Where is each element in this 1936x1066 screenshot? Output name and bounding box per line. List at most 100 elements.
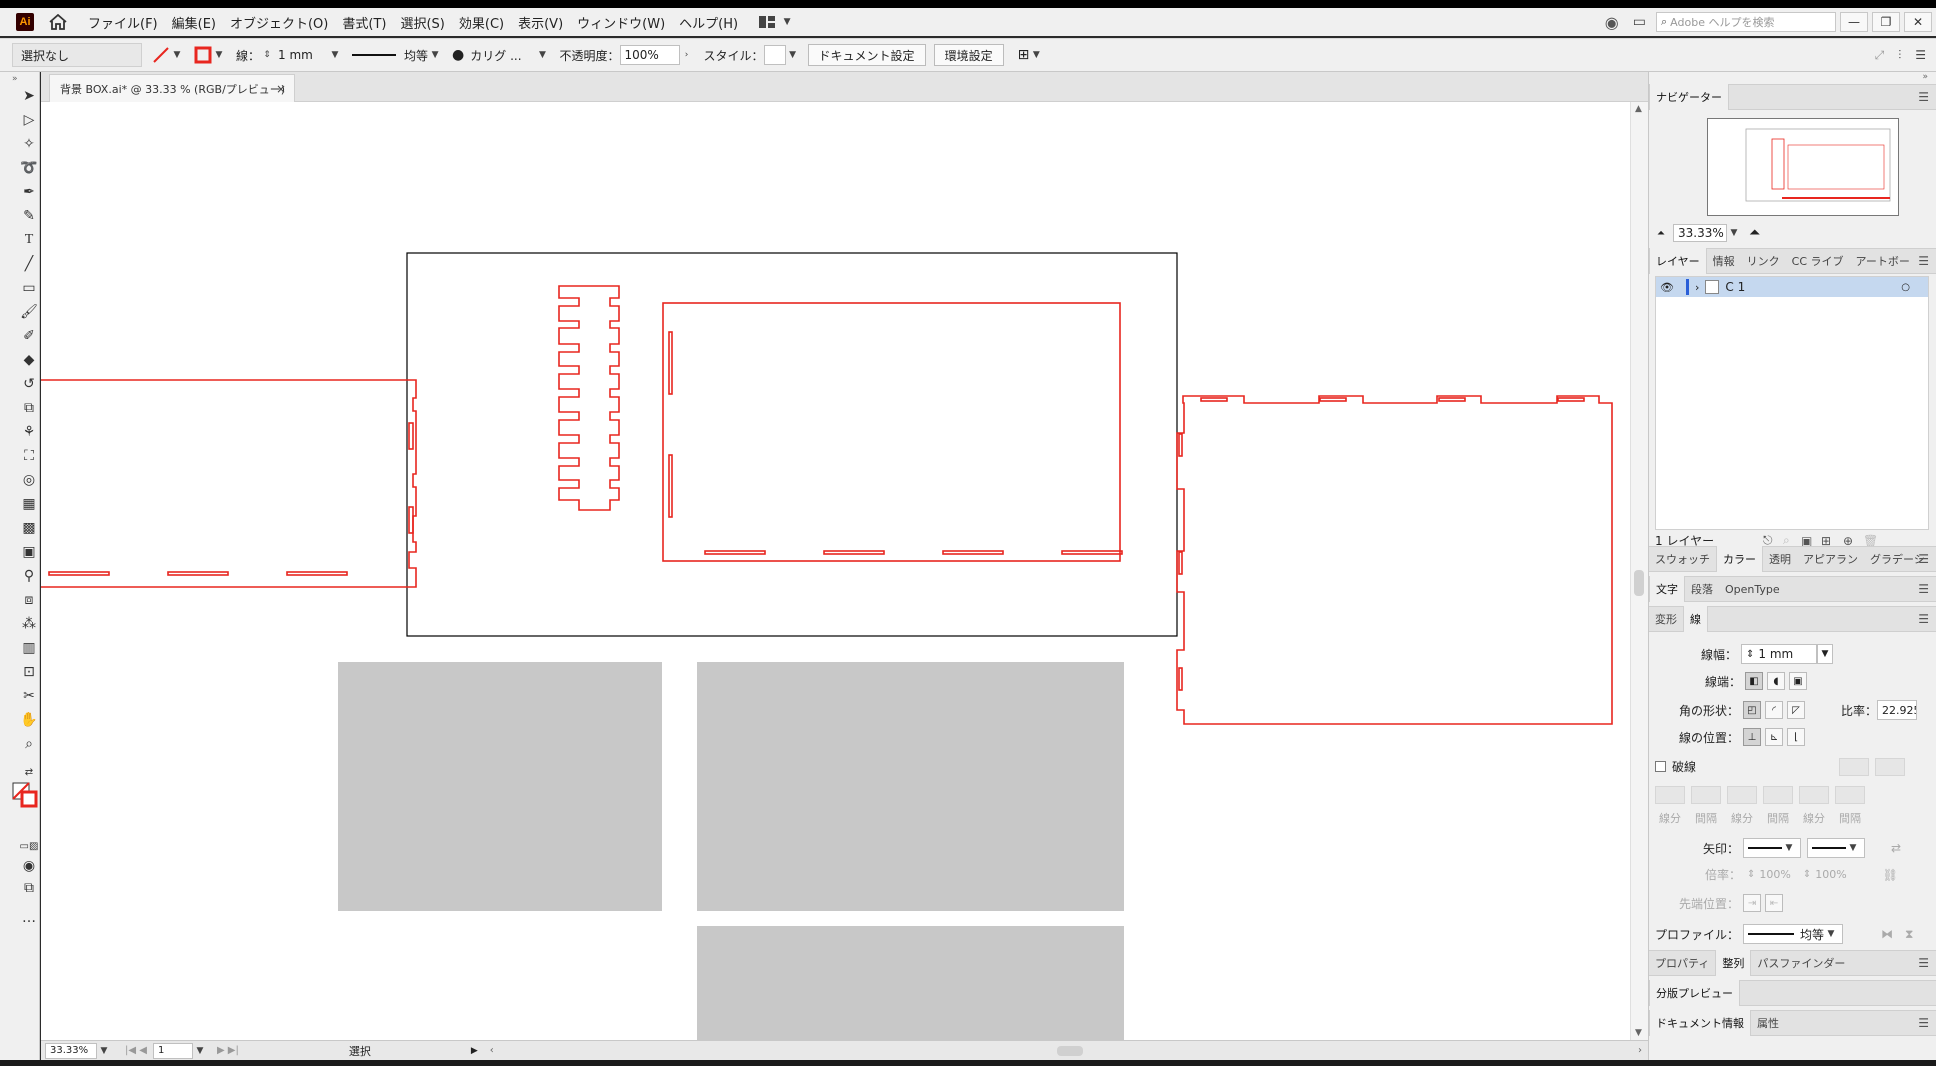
help-search-input[interactable]: ⌕ Adobe ヘルプを検索 [1656,12,1836,32]
fill-stroke-indicator[interactable] [12,782,38,808]
tab-character[interactable]: 文字 [1649,576,1685,602]
right-panel-piece[interactable] [1176,395,1613,725]
last-artboard-icon[interactable]: ▶ ▶| [217,1045,239,1056]
gap-field-3[interactable] [1835,786,1865,804]
tip-outside-icon[interactable]: ⇤ [1765,894,1784,912]
canvas[interactable] [41,102,1648,1040]
tab-attributes[interactable]: 属性 [1751,1010,1785,1036]
panel-toggle-icon[interactable]: ▭ [1633,14,1646,30]
brush-select[interactable]: ● カリグ ... ▼ [452,47,549,64]
tab-color[interactable]: カラー [1716,546,1763,572]
scroll-right-icon[interactable]: › [1638,1045,1642,1056]
scroll-thumb[interactable] [1634,570,1644,596]
direct-selection-tool-icon[interactable]: ▷ [18,110,40,130]
chevron-down-icon[interactable]: ▼ [328,48,342,62]
inner-box-piece[interactable] [662,302,1123,562]
scale-value-2[interactable]: 100% [1815,868,1846,881]
lasso-tool-icon[interactable]: ➰ [18,158,40,178]
pen-tool-icon[interactable]: ✒ [18,182,40,202]
tab-transform[interactable]: 変形 [1649,606,1683,632]
mesh-tool-icon[interactable]: ▩ [18,518,40,538]
scroll-left-icon[interactable]: ‹ [490,1045,494,1056]
stroke-profile-select[interactable]: 均等 ▼ [352,47,442,64]
chevron-down-icon[interactable]: ▼ [1727,226,1741,240]
transform-icon[interactable]: ⤢ [1875,48,1885,63]
swap-colors-icon[interactable]: ⇄ [18,762,40,782]
menu-file[interactable]: ファイル(F) [88,13,158,32]
rectangle-tool-icon[interactable]: ▭ [18,278,40,298]
miter-join-icon[interactable]: ◰ [1743,701,1762,719]
fill-swatch[interactable]: ▼ [152,46,184,64]
screen-mode-icon[interactable]: ⧉ [18,878,40,898]
chevron-right-icon[interactable]: › [680,48,694,62]
dash-preserve-icon[interactable] [1839,757,1869,776]
tab-opentype[interactable]: OpenType [1719,576,1786,602]
stroke-swatch[interactable]: ▼ [194,46,226,64]
free-transform-tool-icon[interactable]: ⛶ [18,446,40,466]
list-icon[interactable]: ☰ [1915,48,1926,63]
more-tools-icon[interactable]: … [18,908,40,928]
line-tool-icon[interactable]: ╱ [18,254,40,274]
workspace-switcher[interactable]: ▼ [758,15,794,29]
dock-collapse-icon[interactable]: » [1922,72,1928,82]
align-outside-icon[interactable]: ⌊ [1787,728,1806,746]
chevron-down-icon[interactable]: ▼ [97,1044,111,1058]
gray-box-2[interactable] [697,662,1124,911]
stroke-weight-input[interactable]: ⇕ 1 mm [1741,644,1818,664]
scale-value-1[interactable]: 100% [1759,868,1790,881]
curvature-tool-icon[interactable]: ✎ [18,206,40,226]
tab-cc-libraries[interactable]: CC ライブ [1786,248,1850,274]
artwork[interactable] [41,102,1648,1040]
style-swatch[interactable] [763,45,786,65]
slice-tool-icon[interactable]: ✂ [18,686,40,706]
tab-swatches[interactable]: スウォッチ [1649,546,1716,572]
panel-menu-icon[interactable]: ☰ [1918,1016,1929,1030]
align-to-select[interactable]: ⊞ ▼ [1018,47,1044,63]
restore-button[interactable]: ❐ [1872,12,1900,32]
menu-window[interactable]: ウィンドウ(W) [577,13,665,32]
rotate-tool-icon[interactable]: ↺ [18,374,40,394]
menu-view[interactable]: 表示(V) [518,13,563,32]
tab-properties[interactable]: プロパティ [1649,950,1715,976]
tab-separations-preview[interactable]: 分版プレビュー [1649,980,1740,1006]
vertical-scrollbar[interactable]: ▲ ▼ [1630,102,1648,1040]
blend-tool-icon[interactable]: ⧈ [18,590,40,610]
hand-tool-icon[interactable]: ✋ [18,710,40,730]
menu-type[interactable]: 書式(T) [342,13,386,32]
butt-cap-icon[interactable]: ◧ [1745,672,1764,690]
home-icon[interactable] [48,12,68,32]
swap-arrows-icon[interactable]: ⇄ [1891,841,1901,855]
shaper-tool-icon[interactable]: ✐ [18,326,40,346]
chevron-down-icon[interactable]: ▼ [193,1044,207,1058]
zoom-in-icon[interactable]: ⏶ [1749,225,1760,241]
dashed-checkbox[interactable] [1655,761,1666,772]
gray-box-3[interactable] [697,926,1124,1040]
dash-field-1[interactable] [1655,786,1685,804]
panel-menu-icon[interactable]: ☰ [1918,552,1929,566]
eraser-tool-icon[interactable]: ◆ [18,350,40,370]
menu-object[interactable]: オブジェクト(O) [230,13,328,32]
type-tool-icon[interactable]: T [18,230,40,250]
magic-wand-tool-icon[interactable]: ✧ [18,134,40,154]
panel-menu-icon[interactable]: ☰ [1918,90,1929,104]
document-tab[interactable]: 背景 BOX.ai* @ 33.33 % (RGB/プレビュー) × [49,74,295,102]
tab-info[interactable]: 情報 [1707,248,1741,274]
opacity-field[interactable]: 100% [619,45,680,65]
tab-appearance[interactable]: アピアラン [1797,546,1864,572]
preferences-button[interactable]: 環境設定 [933,44,1004,66]
left-panel-piece[interactable] [41,379,417,588]
eyedropper-tool-icon[interactable]: ⚲ [18,566,40,586]
tab-artboards[interactable]: アートボー [1850,248,1916,274]
align-inside-icon[interactable]: ⊾ [1765,728,1784,746]
stepper-icon[interactable]: ⇕ [1746,649,1754,660]
scroll-down-icon[interactable]: ▼ [1635,1028,1642,1038]
menu-effect[interactable]: 効果(C) [459,13,504,32]
stroke-weight-field[interactable]: 1 mm [274,45,328,65]
draw-mode-icon[interactable]: ◉ [18,856,40,876]
collapse-icon[interactable]: » [12,74,18,84]
bevel-join-icon[interactable]: ◸ [1787,701,1806,719]
layer-row[interactable]: 👁 › C 1 ○ [1656,277,1928,297]
arrow-end-select[interactable]: ▼ [1807,838,1866,858]
dash-align-icon[interactable] [1875,757,1905,776]
flip-vertical-icon[interactable]: ⧗ [1905,927,1913,942]
